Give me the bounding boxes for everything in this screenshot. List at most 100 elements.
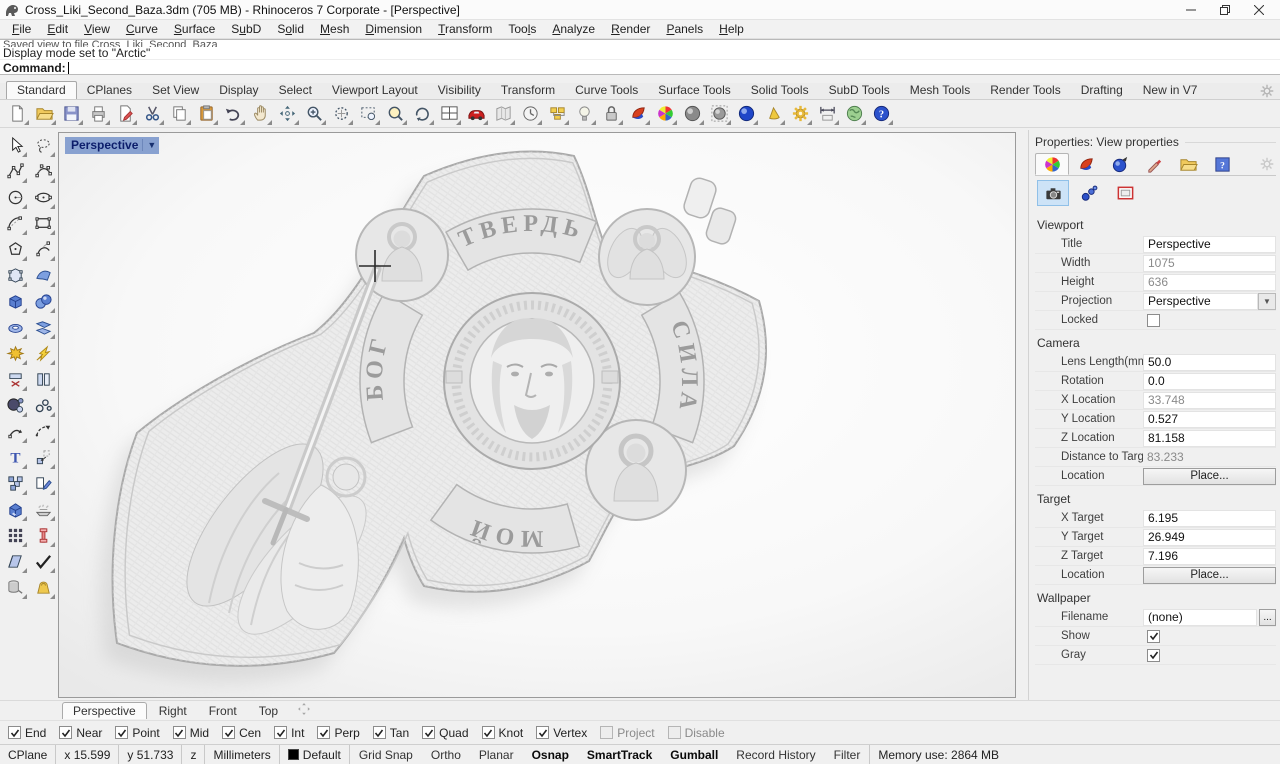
checkbox-checked[interactable] [1147, 649, 1160, 662]
restore-button[interactable] [1208, 0, 1242, 19]
checkbox-unchecked[interactable] [1147, 314, 1160, 327]
srf-quad-tool-icon[interactable] [30, 314, 56, 340]
checkbox-checked[interactable] [222, 726, 235, 739]
toolbar-tab-surface-tools[interactable]: Surface Tools [648, 82, 741, 99]
set-view-clock-icon[interactable] [517, 101, 543, 126]
menu-item-transform[interactable]: Transform [430, 20, 500, 38]
checkbox-checked[interactable] [1147, 630, 1160, 643]
zoom-window-icon[interactable] [355, 101, 381, 126]
toolbar-tab-drafting[interactable]: Drafting [1071, 82, 1133, 99]
panel-tab-help-page[interactable]: ? [1205, 153, 1239, 175]
status-cell-cplane[interactable]: CPlane [0, 745, 56, 764]
color-wheel-icon[interactable] [652, 101, 678, 126]
osnap-quad[interactable]: Quad [422, 726, 468, 740]
subtab-camera[interactable] [1037, 180, 1069, 206]
rotate-view-icon[interactable] [274, 101, 300, 126]
torus-tool-icon[interactable] [2, 314, 28, 340]
toolbar-options-gear-icon[interactable] [1260, 84, 1274, 98]
material-properties-icon[interactable] [625, 101, 651, 126]
status-cell-z[interactable]: z [182, 745, 205, 764]
lasso-tool-icon[interactable] [30, 132, 56, 158]
zoom-in-icon[interactable] [301, 101, 327, 126]
viewport-canvas[interactable]: Perspective ▼ [58, 132, 1016, 698]
trim-tool-icon[interactable] [2, 366, 28, 392]
menu-item-view[interactable]: View [76, 20, 118, 38]
toolbar-tab-subd-tools[interactable]: SubD Tools [819, 82, 900, 99]
molecule-tool-icon[interactable] [30, 392, 56, 418]
checkbox-checked[interactable] [173, 726, 186, 739]
value-field[interactable]: 26.949 [1143, 529, 1276, 546]
status-toggle-record-history[interactable]: Record History [727, 748, 824, 762]
osnap-vertex[interactable]: Vertex [536, 726, 587, 740]
polyline-tool-icon[interactable] [2, 158, 28, 184]
cylinder-tool-icon[interactable] [2, 574, 28, 600]
curve-cp-tool-icon[interactable] [30, 158, 56, 184]
pointer-tool-icon[interactable] [2, 132, 28, 158]
circle-tool-icon[interactable] [2, 184, 28, 210]
ellipse-tool-icon[interactable] [30, 184, 56, 210]
toolbar-tab-visibility[interactable]: Visibility [428, 82, 491, 99]
value-field[interactable]: 7.196 [1143, 548, 1276, 565]
toolbar-tab-curve-tools[interactable]: Curve Tools [565, 82, 648, 99]
rectangle-tool-icon[interactable] [30, 210, 56, 236]
solid-box-tool-icon[interactable] [2, 496, 28, 522]
save-icon[interactable] [58, 101, 84, 126]
lights-icon[interactable] [571, 101, 597, 126]
shear-tool-icon[interactable] [2, 548, 28, 574]
toolbar-tab-transform[interactable]: Transform [491, 82, 565, 99]
toolbar-tab-cplanes[interactable]: CPlanes [77, 82, 142, 99]
viewport-tab-top[interactable]: Top [249, 703, 288, 719]
sphere-sub-tool-icon[interactable] [2, 392, 28, 418]
status-toggle-filter[interactable]: Filter [825, 748, 870, 762]
checkbox-checked[interactable] [482, 726, 495, 739]
value-field[interactable]: 0.0 [1143, 373, 1276, 390]
render-sphere-icon[interactable] [679, 101, 705, 126]
viewport-menu-arrow-icon[interactable]: ▼ [147, 140, 156, 150]
checkbox-checked[interactable] [274, 726, 287, 739]
checkbox-checked[interactable] [8, 726, 21, 739]
status-cell-y-[interactable]: y 51.733 [119, 745, 182, 764]
bag-tool-icon[interactable] [30, 574, 56, 600]
toolbar-tab-display[interactable]: Display [209, 82, 268, 99]
status-toggle-ortho[interactable]: Ortho [422, 748, 470, 762]
dimension-icon[interactable] [814, 101, 840, 126]
value-field[interactable]: (none) [1143, 609, 1257, 626]
arc-tool-icon[interactable] [2, 210, 28, 236]
toolbar-tab-viewport-layout[interactable]: Viewport Layout [322, 82, 428, 99]
srf-bend-tool-icon[interactable] [30, 262, 56, 288]
shaded-sphere-icon[interactable] [733, 101, 759, 126]
minimize-button[interactable] [1174, 0, 1208, 19]
toolbar-tab-render-tools[interactable]: Render Tools [980, 82, 1071, 99]
status-cell-x-[interactable]: x 15.599 [56, 745, 119, 764]
viewport-tab-front[interactable]: Front [199, 703, 247, 719]
render-in-box-icon[interactable] [706, 101, 732, 126]
pan-icon[interactable] [247, 101, 273, 126]
osnap-mid[interactable]: Mid [173, 726, 209, 740]
command-prompt[interactable]: Command: [0, 60, 1280, 75]
boat-tool-icon[interactable] [30, 496, 56, 522]
osnap-int[interactable]: Int [274, 726, 304, 740]
viewport-tab-right[interactable]: Right [149, 703, 197, 719]
menu-item-help[interactable]: Help [711, 20, 752, 38]
menu-item-mesh[interactable]: Mesh [312, 20, 357, 38]
viewport-title-label[interactable]: Perspective ▼ [65, 137, 159, 154]
menu-item-file[interactable]: File [4, 20, 39, 38]
status-toggle-grid-snap[interactable]: Grid Snap [350, 748, 422, 762]
status-toggle-planar[interactable]: Planar [470, 748, 523, 762]
checkbox-unchecked[interactable] [600, 726, 613, 739]
osnap-near[interactable]: Near [59, 726, 102, 740]
checkbox-checked[interactable] [422, 726, 435, 739]
value-field[interactable]: Perspective [1143, 293, 1258, 310]
copy-icon[interactable] [166, 101, 192, 126]
plan-view-icon[interactable] [490, 101, 516, 126]
value-field[interactable]: 6.195 [1143, 510, 1276, 527]
toolbar-tab-new-in-v7[interactable]: New in V7 [1133, 82, 1208, 99]
menu-item-curve[interactable]: Curve [118, 20, 166, 38]
check-tool-icon[interactable] [30, 548, 56, 574]
checkbox-checked[interactable] [536, 726, 549, 739]
text-T-tool-icon[interactable]: T [2, 444, 28, 470]
pipe-tool-icon[interactable] [30, 522, 56, 548]
panel-tab-folder-icon[interactable] [1171, 153, 1205, 175]
value-field[interactable]: Perspective [1143, 236, 1276, 253]
checkbox-checked[interactable] [115, 726, 128, 739]
